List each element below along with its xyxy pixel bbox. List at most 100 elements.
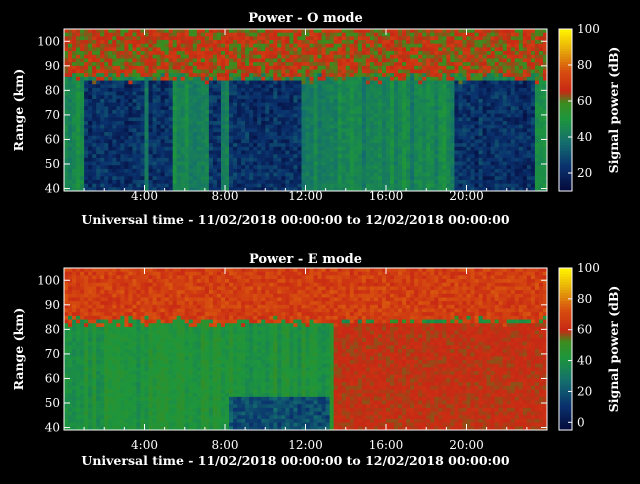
heatmap-cell [301,150,307,155]
heatmap-cell [196,43,202,48]
heatmap-cell [498,172,504,177]
heatmap-cell [269,172,274,177]
heatmap-cell [128,91,133,96]
heatmap-cell [377,168,383,174]
heatmap-cell [361,176,367,181]
heatmap-cell [68,69,73,74]
heatmap-cell [152,150,158,155]
heatmap-cell [64,91,69,96]
heatmap-cell [486,150,492,155]
heatmap-cell [249,146,254,151]
heatmap-cell [442,84,447,89]
heatmap-cell [450,106,455,111]
heatmap-cell [180,161,186,166]
heatmap-cell [490,65,496,70]
heatmap-cell [474,124,480,129]
heatmap-cell [100,128,105,133]
heatmap-cell [200,54,206,59]
heatmap-cell [253,91,258,96]
heatmap-cell [386,146,391,151]
heatmap-cell [144,106,150,111]
heatmap-cell [164,62,170,67]
heatmap-cell [390,76,395,82]
heatmap-cell [76,154,81,159]
heatmap-cell [446,132,451,137]
heatmap-cell [333,47,339,52]
heatmap-cell [337,135,343,140]
heatmap-cell [200,113,206,118]
heatmap-cell [80,58,85,63]
heatmap-cell [406,91,411,96]
heatmap-cell [301,91,307,96]
heatmap-cell [478,146,484,151]
heatmap-cell [277,128,282,133]
heatmap-cell [506,121,512,126]
heatmap-cell [172,121,178,126]
heatmap-cell [514,40,520,45]
heatmap-cell [68,121,73,126]
heatmap-cell [245,113,250,118]
heatmap-cell [313,69,319,74]
heatmap-cell [132,121,137,126]
heatmap-cell [410,132,415,137]
heatmap-cell [349,43,355,48]
heatmap-cell [229,73,234,78]
heatmap-cell [462,36,468,41]
heatmap-cell [269,29,274,34]
heatmap-cell [144,76,150,82]
heatmap-cell [434,69,439,74]
heatmap-cell [381,132,387,137]
heatmap-cell [514,65,520,70]
heatmap-cell [297,54,302,59]
heatmap-cell [253,113,258,118]
heatmap-cell [192,128,198,133]
heatmap-cell [398,168,403,174]
heatmap-cell [377,76,383,82]
heatmap-cell [333,43,339,48]
heatmap-cell [486,172,492,177]
heatmap-cell [108,132,113,137]
heatmap-cell [321,132,327,137]
heatmap-cell [357,143,363,148]
heatmap-cell [406,143,411,148]
heatmap-cell [510,172,516,177]
heatmap-cell [478,98,484,104]
heatmap-cell [357,102,363,107]
heatmap-cell [160,128,166,133]
heatmap-cell [430,161,435,166]
heatmap-cell [172,172,178,177]
heatmap-cell [422,91,427,96]
heatmap-cell [200,183,206,188]
heatmap-cell [120,121,125,126]
heatmap-cell [132,69,137,74]
heatmap-cell [216,110,222,115]
heatmap-cell [140,47,146,52]
heatmap-cell [466,132,472,137]
heatmap-cell [249,124,254,129]
heatmap-cell [160,165,166,170]
heatmap-cell [253,157,258,163]
heatmap-cell [458,165,463,170]
heatmap-cell [474,69,480,74]
heatmap-cell [462,65,468,70]
heatmap-cell [369,58,375,63]
heatmap-cell [434,124,439,129]
heatmap-cell [200,36,206,41]
heatmap-cell [450,113,455,118]
heatmap-cell [341,80,347,85]
heatmap-cell [398,76,403,82]
heatmap-cell [321,29,327,34]
heatmap-cell [108,62,113,67]
heatmap-cell [361,183,367,188]
heatmap-cell [200,117,206,122]
heatmap-cell [233,69,238,74]
heatmap-cell [92,154,97,159]
heatmap-cell [349,110,355,115]
heatmap-cell [249,76,254,82]
heatmap-cell [192,84,198,89]
heatmap-cell [494,69,500,74]
heatmap-cell [204,98,210,104]
heatmap-cell [373,62,379,67]
heatmap-cell [136,139,141,144]
heatmap-cell [108,143,113,148]
